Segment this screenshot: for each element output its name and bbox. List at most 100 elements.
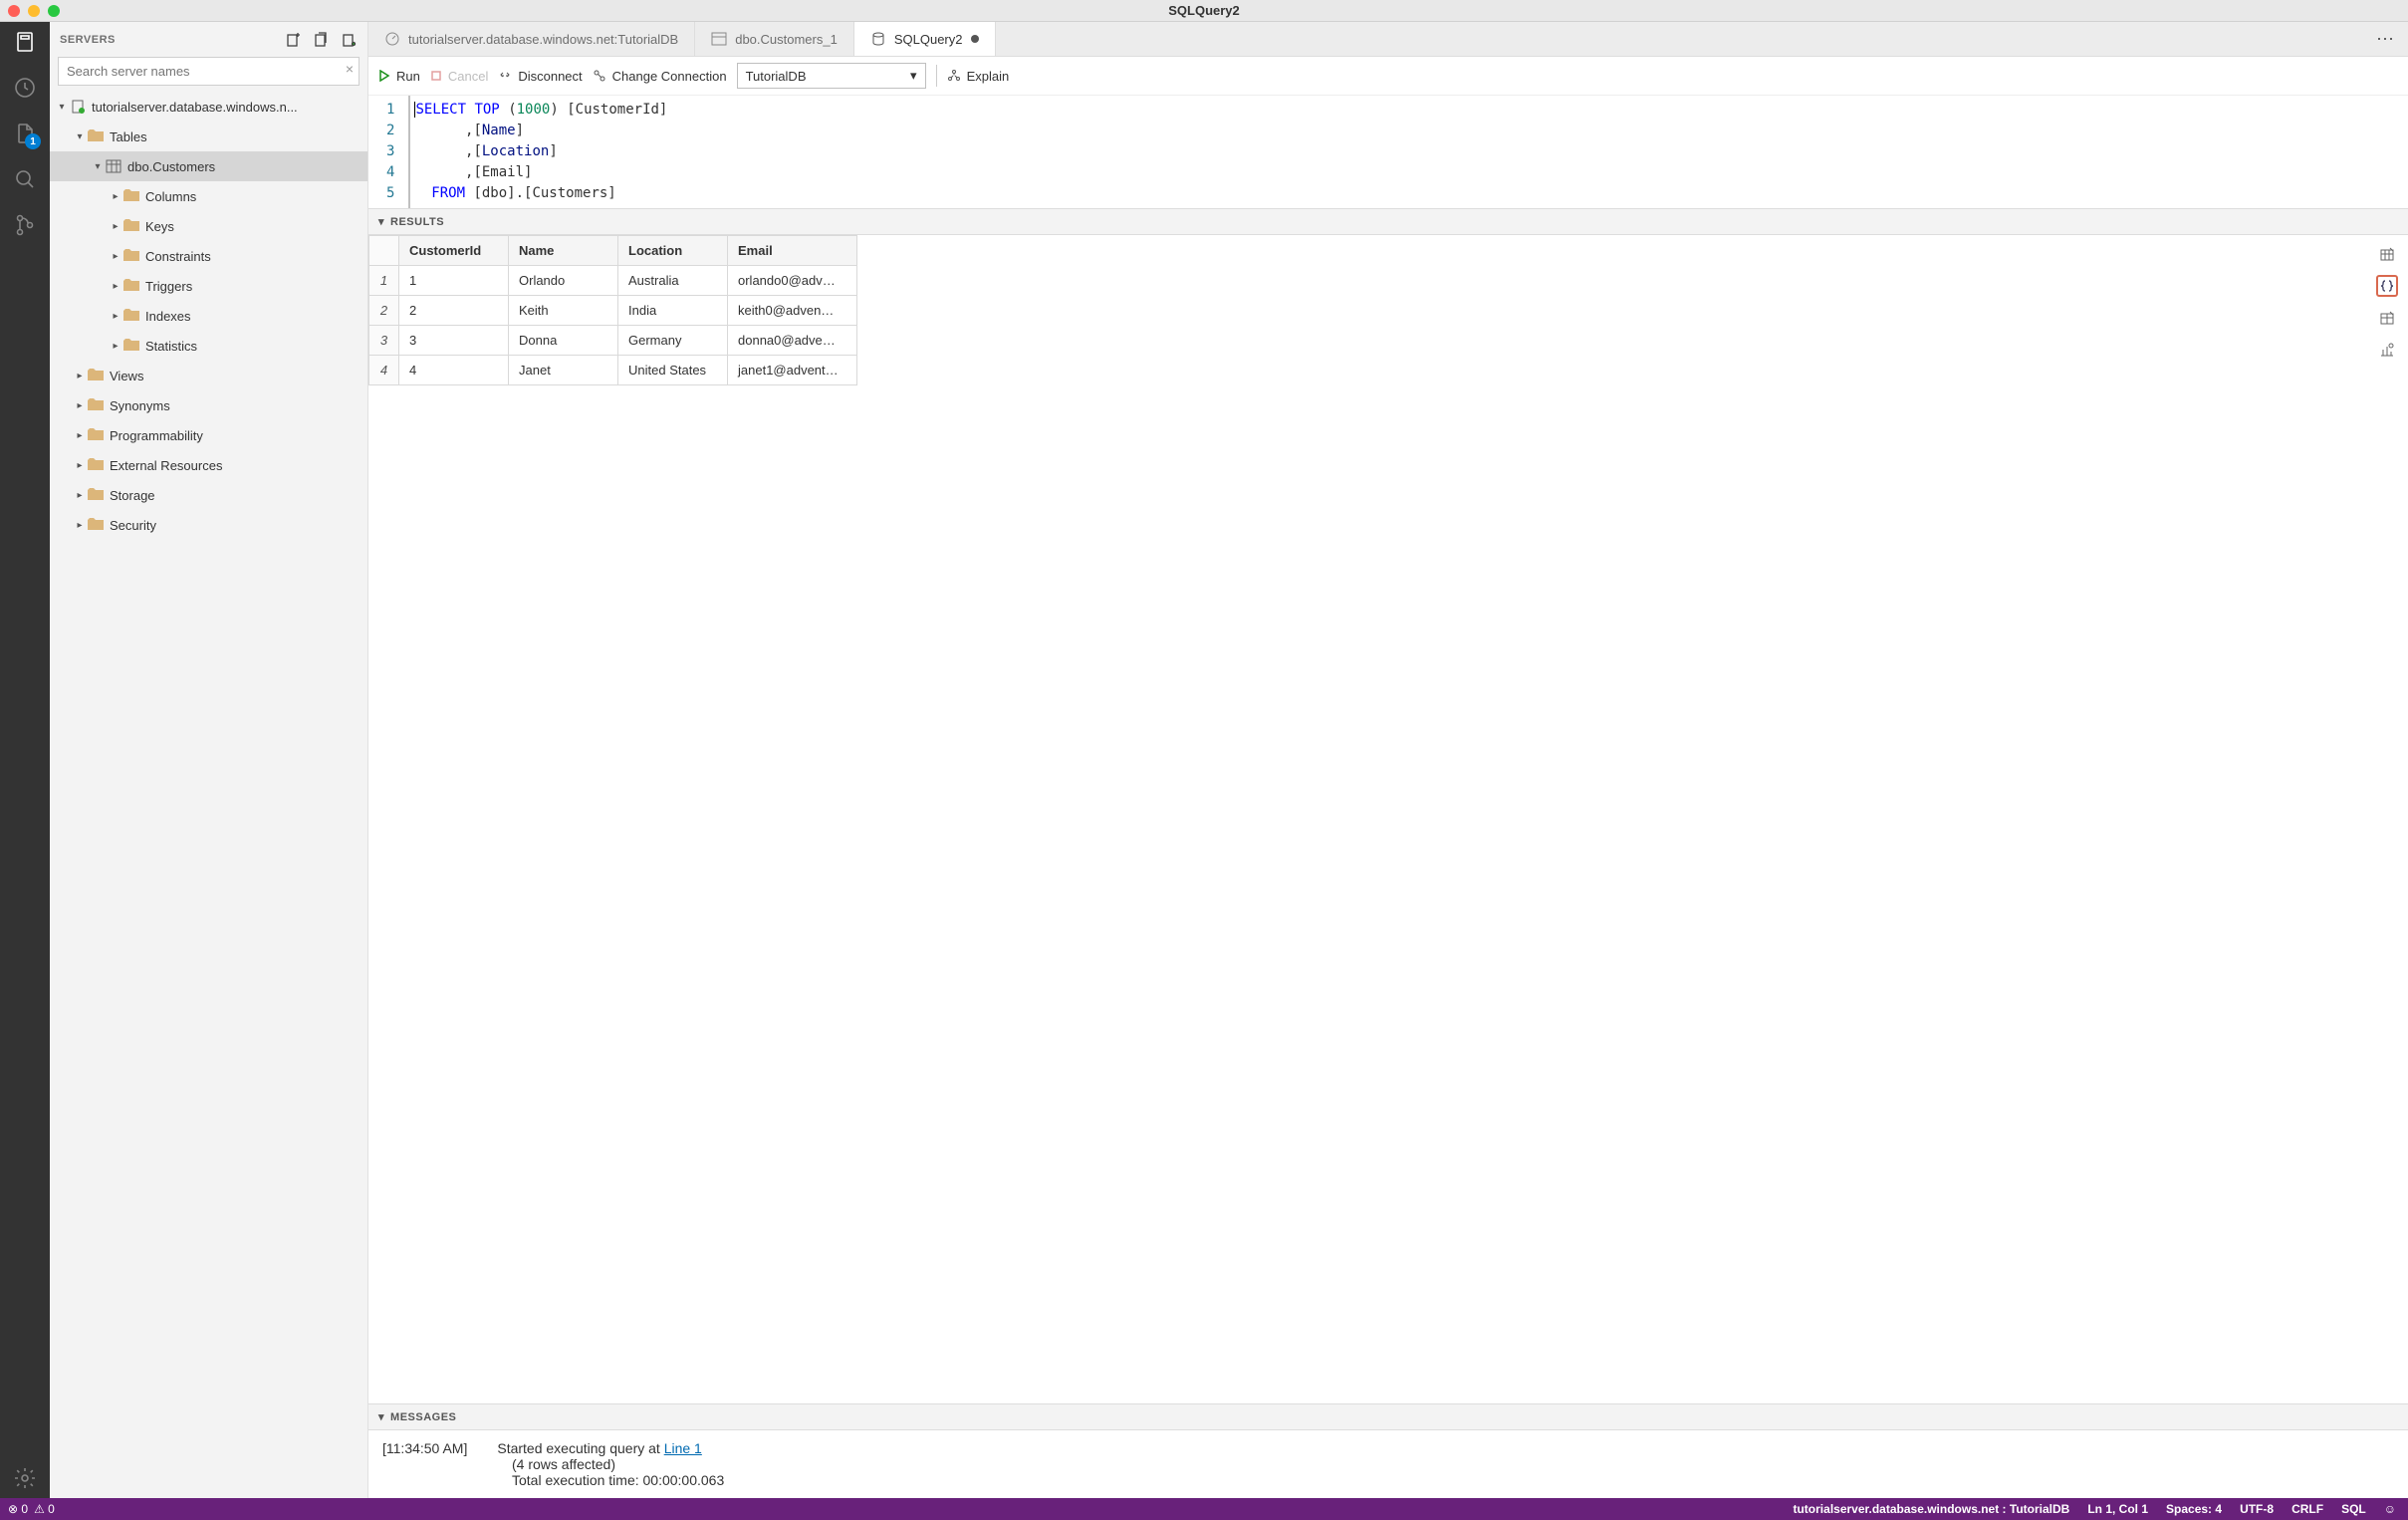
tab-customers[interactable]: dbo.Customers_1 xyxy=(695,22,854,56)
folder-icon xyxy=(88,427,104,443)
column-header[interactable]: Location xyxy=(618,236,728,266)
status-connection[interactable]: tutorialserver.database.windows.net : Tu… xyxy=(1793,1502,2069,1516)
explain-button[interactable]: Explain xyxy=(947,69,1010,84)
new-group-icon[interactable] xyxy=(314,32,330,48)
window-title: SQLQuery2 xyxy=(0,3,2408,18)
code-editor[interactable]: 1 2 3 4 5 SELECT TOP (1000) [CustomerId]… xyxy=(368,96,2408,208)
synonyms-node[interactable]: ▸Synonyms xyxy=(50,390,367,420)
sidebar-title: SERVERS xyxy=(60,34,116,46)
folder-icon xyxy=(123,338,139,354)
chevron-right-icon: ▸ xyxy=(72,371,88,381)
security-node[interactable]: ▸Security xyxy=(50,510,367,540)
cell-name[interactable]: Orlando xyxy=(509,266,618,296)
folder-icon xyxy=(123,278,139,294)
tables-node[interactable]: ▾ Tables xyxy=(50,122,367,151)
status-cursor-position[interactable]: Ln 1, Col 1 xyxy=(2087,1502,2148,1516)
table-row[interactable]: 22KeithIndiakeith0@adven… xyxy=(369,296,857,326)
tab-overflow-button[interactable]: ⋯ xyxy=(2362,22,2408,56)
table-row[interactable]: 44JanetUnited Statesjanet1@advent… xyxy=(369,356,857,385)
chevron-right-icon: ▸ xyxy=(72,430,88,441)
column-header[interactable]: Name xyxy=(509,236,618,266)
clear-search-icon[interactable]: × xyxy=(346,61,354,77)
status-language[interactable]: SQL xyxy=(2341,1502,2366,1516)
save-csv-icon[interactable] xyxy=(2376,243,2398,265)
cell-customerid[interactable]: 1 xyxy=(399,266,509,296)
programmability-node[interactable]: ▸Programmability xyxy=(50,420,367,450)
triggers-node[interactable]: ▸Triggers xyxy=(50,271,367,301)
server-node[interactable]: ▾ tutorialserver.database.windows.n... xyxy=(50,92,367,122)
chevron-right-icon: ▸ xyxy=(72,490,88,501)
save-json-icon[interactable] xyxy=(2376,275,2398,297)
activity-search-icon[interactable] xyxy=(11,165,39,193)
views-node[interactable]: ▸Views xyxy=(50,361,367,390)
results-panel-header[interactable]: ▾ RESULTS xyxy=(368,208,2408,235)
change-connection-button[interactable]: Change Connection xyxy=(593,69,727,84)
columns-node[interactable]: ▸Columns xyxy=(50,181,367,211)
activity-source-control-icon[interactable] xyxy=(11,211,39,239)
errors-indicator[interactable]: ⊗ 0 xyxy=(8,1502,28,1516)
status-spaces[interactable]: Spaces: 4 xyxy=(2166,1502,2222,1516)
messages-title: MESSAGES xyxy=(390,1411,456,1423)
status-eol[interactable]: CRLF xyxy=(2291,1502,2323,1516)
results-side-actions xyxy=(2366,235,2408,385)
server-search-input[interactable] xyxy=(58,57,360,86)
activity-explorer-icon[interactable]: 1 xyxy=(11,120,39,147)
cell-email[interactable]: keith0@adven… xyxy=(728,296,857,326)
activity-settings-icon[interactable] xyxy=(11,1464,39,1492)
cell-customerid[interactable]: 4 xyxy=(399,356,509,385)
chevron-right-icon: ▸ xyxy=(108,221,123,232)
table-row[interactable]: 11OrlandoAustraliaorlando0@adv… xyxy=(369,266,857,296)
run-button[interactable]: Run xyxy=(378,69,420,84)
folder-icon xyxy=(123,248,139,264)
column-header[interactable]: Email xyxy=(728,236,857,266)
activity-servers-icon[interactable] xyxy=(11,28,39,56)
external-resources-node[interactable]: ▸External Resources xyxy=(50,450,367,480)
save-excel-icon[interactable] xyxy=(2376,307,2398,329)
new-connection-icon[interactable] xyxy=(286,32,302,48)
tab-sqlquery2[interactable]: SQLQuery2 xyxy=(854,22,996,56)
cell-name[interactable]: Keith xyxy=(509,296,618,326)
statistics-node[interactable]: ▸Statistics xyxy=(50,331,367,361)
constraints-node[interactable]: ▸Constraints xyxy=(50,241,367,271)
chevron-down-icon: ▾ xyxy=(910,68,917,84)
cell-customerid[interactable]: 2 xyxy=(399,296,509,326)
cell-location[interactable]: Australia xyxy=(618,266,728,296)
database-select-value: TutorialDB xyxy=(746,69,807,84)
explain-label: Explain xyxy=(967,69,1010,84)
database-select[interactable]: TutorialDB ▾ xyxy=(737,63,926,89)
customers-table-node[interactable]: ▾ dbo.Customers xyxy=(50,151,367,181)
dashboard-icon xyxy=(384,31,400,47)
refresh-servers-icon[interactable] xyxy=(342,32,358,48)
titlebar: SQLQuery2 xyxy=(0,0,2408,22)
keys-node[interactable]: ▸Keys xyxy=(50,211,367,241)
cell-email[interactable]: donna0@adve… xyxy=(728,326,857,356)
messages-panel-header[interactable]: ▾ MESSAGES xyxy=(368,1403,2408,1430)
message-line-link[interactable]: Line 1 xyxy=(664,1440,702,1456)
cell-location[interactable]: United States xyxy=(618,356,728,385)
change-connection-label: Change Connection xyxy=(612,69,727,84)
cancel-button[interactable]: Cancel xyxy=(430,69,488,84)
disconnect-button[interactable]: Disconnect xyxy=(498,69,582,84)
status-feedback-icon[interactable]: ☺ xyxy=(2384,1502,2396,1516)
cell-name[interactable]: Donna xyxy=(509,326,618,356)
minimize-window-button[interactable] xyxy=(28,5,40,17)
warnings-indicator[interactable]: ⚠ 0 xyxy=(34,1502,55,1516)
cell-email[interactable]: orlando0@adv… xyxy=(728,266,857,296)
close-window-button[interactable] xyxy=(8,5,20,17)
chart-viewer-icon[interactable] xyxy=(2376,339,2398,361)
column-header[interactable]: CustomerId xyxy=(399,236,509,266)
chevron-right-icon: ▸ xyxy=(108,191,123,202)
storage-node[interactable]: ▸Storage xyxy=(50,480,367,510)
tab-dashboard[interactable]: tutorialserver.database.windows.net:Tuto… xyxy=(368,22,695,56)
cell-name[interactable]: Janet xyxy=(509,356,618,385)
cell-location[interactable]: India xyxy=(618,296,728,326)
status-encoding[interactable]: UTF-8 xyxy=(2240,1502,2274,1516)
activity-history-icon[interactable] xyxy=(11,74,39,102)
cell-email[interactable]: janet1@advent… xyxy=(728,356,857,385)
cell-customerid[interactable]: 3 xyxy=(399,326,509,356)
maximize-window-button[interactable] xyxy=(48,5,60,17)
results-grid[interactable]: CustomerId Name Location Email 11Orlando… xyxy=(368,235,857,385)
indexes-node[interactable]: ▸Indexes xyxy=(50,301,367,331)
cell-location[interactable]: Germany xyxy=(618,326,728,356)
table-row[interactable]: 33DonnaGermanydonna0@adve… xyxy=(369,326,857,356)
